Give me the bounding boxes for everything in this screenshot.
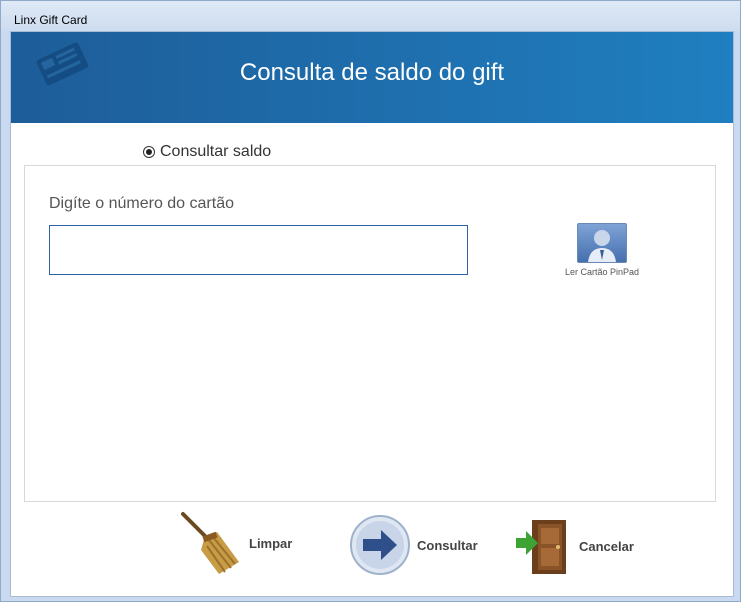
header-banner: Consulta de saldo do gift <box>11 32 733 123</box>
window-title: Linx Gift Card <box>14 13 88 27</box>
card-number-label: Digíte o número do cartão <box>49 195 234 212</box>
broom-icon <box>181 512 239 574</box>
clear-button[interactable]: Limpar <box>179 510 292 576</box>
query-button[interactable]: Consultar <box>349 514 478 576</box>
radio-button-selected[interactable] <box>143 146 155 158</box>
card-panel: Digíte o número do cartão Ler Cartão Pin… <box>24 165 716 502</box>
card-number-input[interactable] <box>49 225 468 275</box>
clear-button-label: Limpar <box>249 535 293 551</box>
client-area: Consulta de saldo do gift Consultar sald… <box>10 31 734 597</box>
query-button-label: Consultar <box>417 537 478 553</box>
pinpad-caption: Ler Cartão PinPad <box>564 267 640 277</box>
card-reader-user-icon <box>577 223 627 263</box>
title-bar[interactable]: Linx Gift Card <box>1 1 740 31</box>
action-bar: Limpar Consultar Cancelar <box>11 510 733 590</box>
cancel-button-label: Cancelar <box>579 538 634 554</box>
arrow-right-icon <box>350 515 410 575</box>
app-window: Linx Gift Card Consulta de saldo do gift… <box>0 0 741 602</box>
consult-balance-option[interactable]: Consultar saldo <box>143 143 271 161</box>
read-pinpad-button[interactable]: Ler Cartão PinPad <box>562 223 642 277</box>
exit-door-icon <box>516 520 566 574</box>
cancel-button[interactable]: Cancelar <box>514 516 634 576</box>
page-title: Consulta de saldo do gift <box>239 59 505 86</box>
radio-label: Consultar saldo <box>160 143 272 160</box>
